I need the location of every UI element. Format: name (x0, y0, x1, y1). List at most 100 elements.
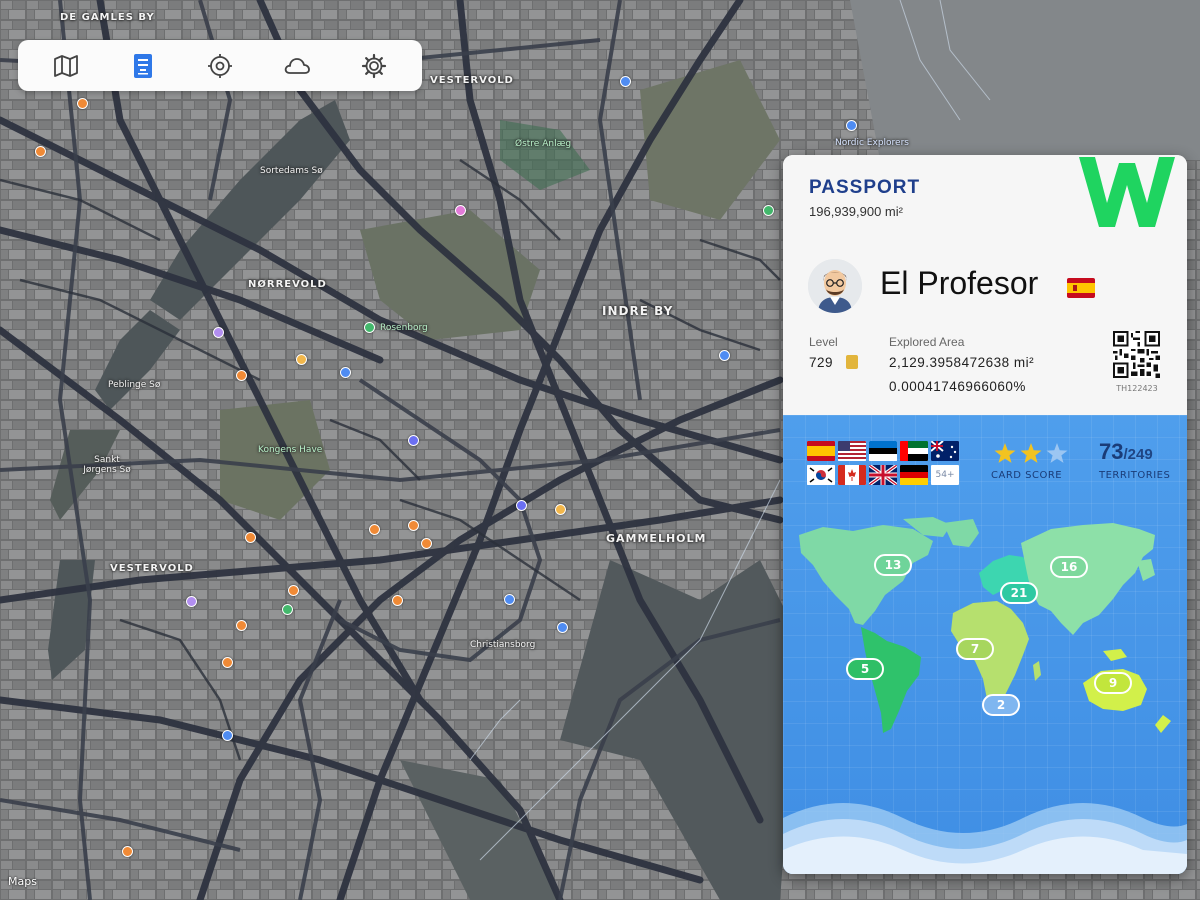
map-label: VESTERVOLD (430, 75, 514, 86)
map-label: Sortedams Sø (260, 166, 323, 176)
map-poi-marker[interactable] (236, 620, 247, 631)
map-poi-marker[interactable] (245, 532, 256, 543)
map-poi-marker[interactable] (288, 585, 299, 596)
map-label: Rosenborg (380, 323, 428, 333)
more-flags-badge[interactable]: 54+ (931, 465, 959, 485)
passport-title: PASSPORT (809, 177, 921, 198)
map-poi-marker[interactable] (421, 538, 432, 549)
map-label: Østre Anlæg (515, 139, 572, 149)
europe-count-pill[interactable]: 21 (1000, 582, 1038, 604)
map-poi-marker[interactable] (557, 622, 568, 633)
map-poi-marker[interactable] (222, 657, 233, 668)
africa-count: 7 (971, 642, 979, 656)
canada-flag-icon (838, 465, 866, 485)
australia-flag-icon (931, 441, 959, 461)
territories-label: TERRITORIES (1099, 470, 1171, 481)
qr-code-icon[interactable] (1113, 331, 1160, 378)
cloud-icon (284, 57, 310, 74)
map-poi-marker[interactable] (122, 846, 133, 857)
explored-area-label: Explored Area (889, 335, 965, 349)
map-poi-marker[interactable] (236, 370, 247, 381)
asia-count-pill[interactable]: 16 (1050, 556, 1088, 578)
card-score-label: CARD SCORE (991, 470, 1063, 481)
map-poi-marker[interactable] (392, 595, 403, 606)
map-button[interactable] (46, 46, 86, 86)
north-america-count-pill[interactable]: 13 (874, 554, 912, 576)
map-poi-marker[interactable] (364, 322, 375, 333)
map-label: Kongens Have (258, 445, 323, 455)
spain-flag-icon (1067, 278, 1095, 298)
uae-flag-icon (900, 441, 928, 461)
map-label: INDRE BY (602, 304, 674, 318)
explored-percent-value: 0.0004174696606​0% (889, 379, 1026, 394)
south-america-count-pill[interactable]: 5 (846, 658, 884, 680)
cloud-button[interactable] (277, 46, 317, 86)
map-label: Peblinge Sø (108, 380, 161, 390)
maps-attribution: Maps (8, 875, 37, 888)
map-poi-marker[interactable] (620, 76, 631, 87)
avatar[interactable] (808, 259, 862, 313)
usa-flag-icon (838, 441, 866, 461)
antarctica-count: 2 (997, 698, 1005, 712)
map-label: DE GAMLES BY (60, 12, 155, 23)
map-label: GAMMELHOLM (606, 532, 707, 545)
map-poi-marker[interactable] (186, 596, 197, 607)
map-poi-marker[interactable] (408, 520, 419, 531)
star-filled-icon (994, 443, 1016, 463)
asia-count: 16 (1061, 560, 1078, 574)
uk-flag-icon (869, 465, 897, 485)
map-poi-marker[interactable] (408, 435, 419, 446)
map-poi-marker[interactable] (455, 205, 466, 216)
territories-total: /249 (1123, 446, 1153, 463)
passport-button[interactable] (123, 46, 163, 86)
world-territories-map[interactable]: 13 5 21 16 7 9 2 (783, 515, 1187, 785)
passport-card: PASSPORT 196,939,900 mi² El Profesor Lev… (783, 155, 1187, 874)
south-america-count: 5 (861, 662, 869, 676)
africa-count-pill[interactable]: 7 (956, 638, 994, 660)
map-poi-marker[interactable] (282, 604, 293, 615)
map-poi-marker[interactable] (213, 327, 224, 338)
map-poi-marker[interactable] (516, 500, 527, 511)
passport-icon (134, 53, 153, 78)
map-poi-marker[interactable] (77, 98, 88, 109)
level-label: Level (809, 335, 838, 349)
target-icon (207, 53, 232, 78)
decorative-waves (783, 803, 1187, 874)
map-poi-marker[interactable] (296, 354, 307, 365)
w-logo-icon (1079, 157, 1175, 227)
star-empty-icon (1046, 443, 1068, 463)
map-label: Nordic Explorers (835, 138, 909, 148)
oceania-count-pill[interactable]: 9 (1094, 672, 1132, 694)
settings-button[interactable] (354, 46, 394, 86)
map-poi-marker[interactable] (369, 524, 380, 535)
explored-area-value: 2,129.3958472638 mi² (889, 355, 1035, 370)
map-poi-marker[interactable] (555, 504, 566, 515)
user-name: El Profesor (880, 265, 1039, 301)
map-poi-marker[interactable] (719, 350, 730, 361)
map-label: Sankt Jørgens Sø (83, 455, 131, 475)
spain-flag-icon (807, 441, 835, 461)
passport-header: PASSPORT 196,939,900 mi² El Profesor Lev… (783, 155, 1187, 415)
map-poi-marker[interactable] (846, 120, 857, 131)
europe-count: 21 (1011, 586, 1028, 600)
locate-button[interactable] (200, 46, 240, 86)
qr-id: TH122423 (1116, 384, 1158, 393)
antarctica-count-pill[interactable]: 2 (982, 694, 1020, 716)
level-value: 729 (809, 355, 834, 370)
map-label: NØRREVOLD (248, 279, 327, 290)
estonia-flag-icon (869, 441, 897, 461)
map-poi-marker[interactable] (504, 594, 515, 605)
top-toolbar (18, 40, 422, 91)
territories-count: 73/249 (1099, 439, 1153, 465)
germany-flag-icon (900, 465, 928, 485)
passport-territories-panel: 54+ CARD SCORE 73/249 TERRITORIES 13 5 2… (783, 415, 1187, 874)
oceania-count: 9 (1109, 676, 1117, 690)
north-america-count: 13 (885, 558, 902, 572)
more-flags-count: 54+ (935, 470, 955, 480)
map-poi-marker[interactable] (340, 367, 351, 378)
map-poi-marker[interactable] (222, 730, 233, 741)
level-badge-icon (846, 355, 858, 369)
map-poi-marker[interactable] (763, 205, 774, 216)
card-score-stars (994, 443, 1068, 463)
map-poi-marker[interactable] (35, 146, 46, 157)
